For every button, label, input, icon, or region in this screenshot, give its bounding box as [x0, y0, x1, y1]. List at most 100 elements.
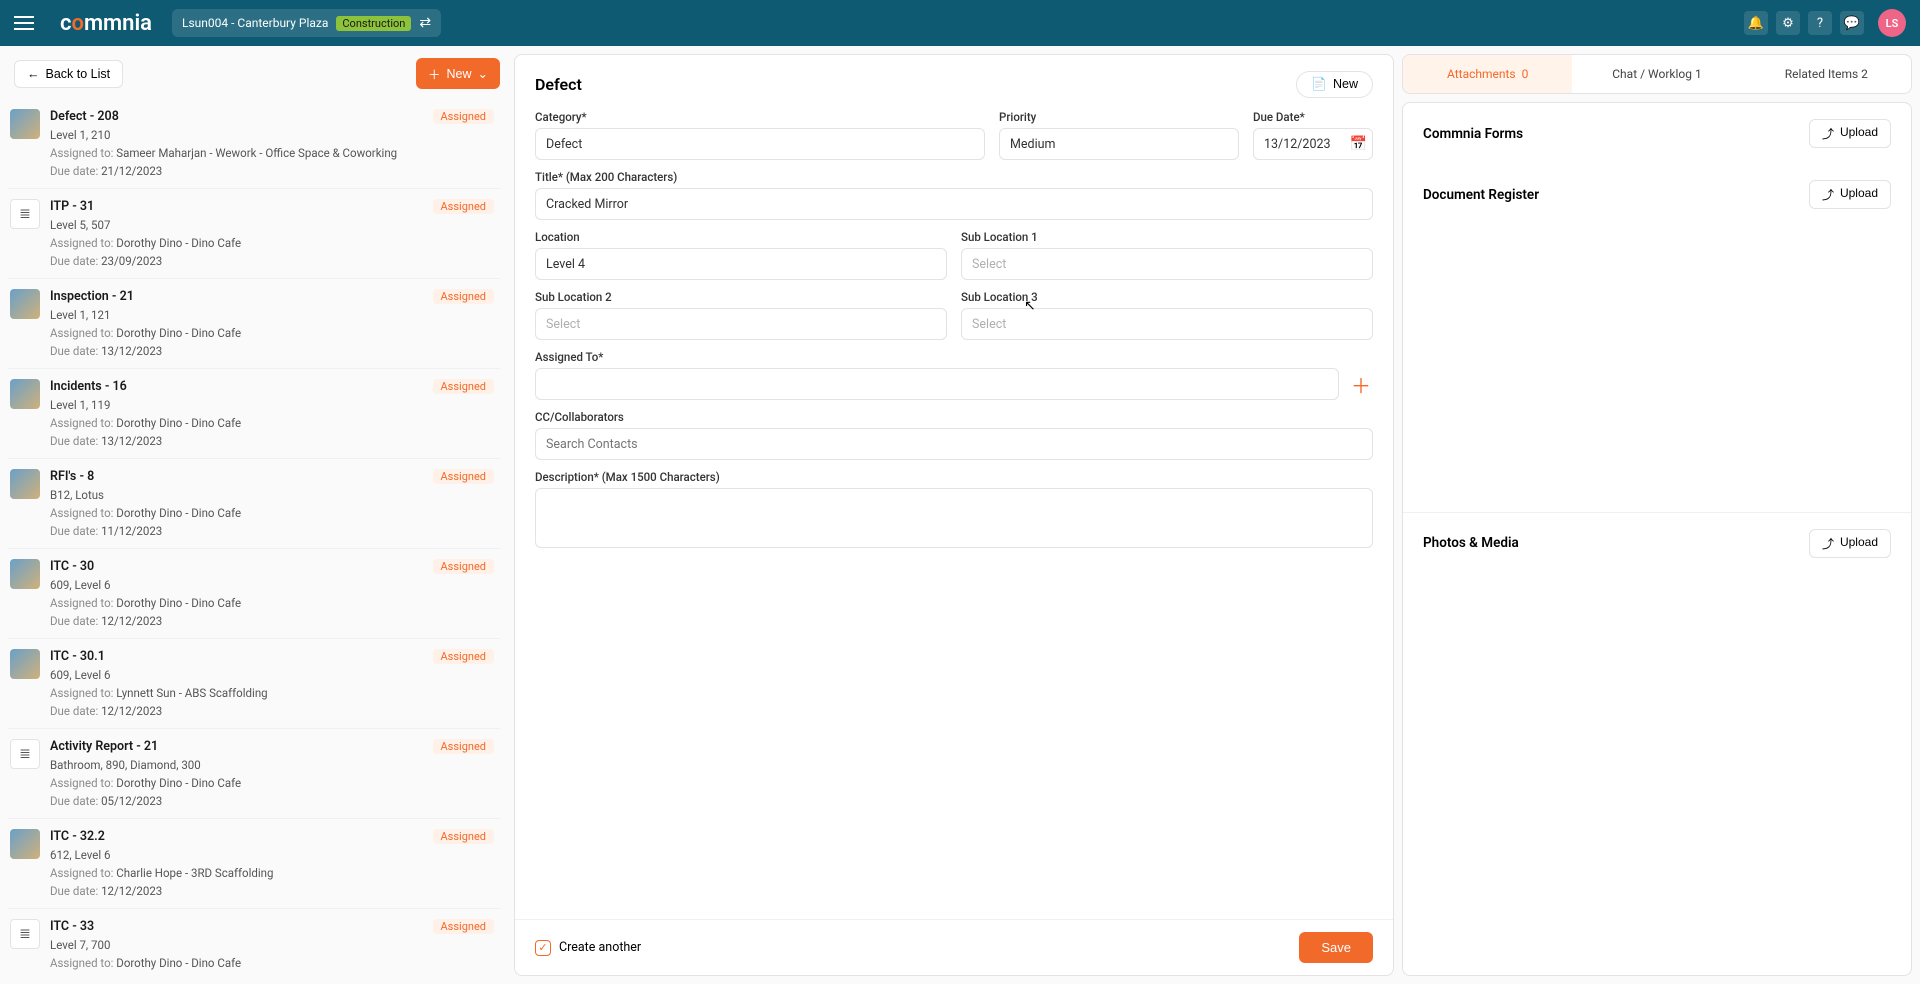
add-assignee-icon[interactable]: ＋ [1349, 370, 1373, 399]
item-due-date: Due date: 23/09/2023 [50, 254, 494, 268]
item-title: ITC - 30.1 [50, 649, 105, 664]
item-title: ITC - 30 [50, 559, 94, 574]
photo-thumbnail-icon [10, 559, 40, 589]
status-badge: Assigned [433, 469, 495, 484]
list-item[interactable]: Incidents - 16AssignedLevel 1, 119Assign… [8, 369, 500, 459]
title-input[interactable] [535, 188, 1373, 220]
item-due-date: Due date: 12/12/2023 [50, 704, 494, 718]
sublocation2-label: Sub Location 2 [535, 290, 947, 304]
user-avatar[interactable]: LS [1878, 9, 1906, 37]
category-select[interactable]: Defect [535, 128, 985, 160]
back-to-list-button[interactable]: ← Back to List [14, 60, 123, 88]
item-due-date: Due date: 13/12/2023 [50, 344, 494, 358]
location-select[interactable]: Level 4 [535, 248, 947, 280]
tab-attachments[interactable]: Attachments 0 [1403, 55, 1572, 93]
calendar-icon[interactable]: 📅 [1350, 136, 1367, 152]
media-section-heading: Photos & Media [1423, 535, 1519, 551]
save-button[interactable]: Save [1299, 932, 1373, 963]
item-assignee: Assigned to: Dorothy Dino - Dino Cafe [50, 326, 494, 340]
bell-icon[interactable]: 🔔 [1744, 11, 1768, 35]
list-item[interactable]: Inspection - 21AssignedLevel 1, 121Assig… [8, 279, 500, 369]
item-assignee: Assigned to: Dorothy Dino - Dino Cafe [50, 236, 494, 250]
sublocation1-label: Sub Location 1 [961, 230, 1373, 244]
list-item[interactable]: ITC - 30.1Assigned609, Level 6Assigned t… [8, 639, 500, 729]
new-item-button[interactable]: ＋ New ⌄ [416, 58, 500, 89]
status-badge: Assigned [433, 379, 495, 394]
status-badge: Assigned [433, 739, 495, 754]
location-label: Location [535, 230, 947, 244]
list-item[interactable]: ITC - 30Assigned609, Level 6Assigned to:… [8, 549, 500, 639]
status-badge: Assigned [433, 919, 495, 934]
list-item[interactable]: ≣Activity Report - 21AssignedBathroom, 8… [8, 729, 500, 819]
assigned-to-input[interactable] [535, 368, 1339, 400]
item-assignee: Assigned to: Lynnett Sun - ABS Scaffoldi… [50, 686, 494, 700]
plus-icon: ＋ [428, 64, 441, 83]
sublocation2-select[interactable]: Select [535, 308, 947, 340]
side-column: Attachments 0 Chat / Worklog 1 Related I… [1402, 54, 1912, 976]
assigned-to-label: Assigned To* [535, 350, 1373, 364]
list-item[interactable]: Defect - 208AssignedLevel 1, 210Assigned… [8, 99, 500, 189]
item-due-date: Due date: 11/12/2023 [50, 524, 494, 538]
item-assignee: Assigned to: Dorothy Dino - Dino Cafe [50, 506, 494, 520]
back-to-list-label: Back to List [46, 67, 111, 81]
items-list[interactable]: Defect - 208AssignedLevel 1, 210Assigned… [8, 99, 506, 976]
forms-section-heading: Commnia Forms [1423, 126, 1523, 142]
form-heading: Defect [535, 75, 582, 94]
list-item[interactable]: ≣ITP - 31AssignedLevel 5, 507Assigned to… [8, 189, 500, 279]
item-title: ITP - 31 [50, 199, 94, 214]
docs-section-heading: Document Register [1423, 187, 1539, 203]
item-location: 612, Level 6 [50, 848, 494, 862]
tab-related-items[interactable]: Related Items 2 [1742, 55, 1911, 93]
create-another-checkbox[interactable]: ✓ Create another [535, 940, 641, 956]
item-title: Activity Report - 21 [50, 739, 158, 754]
item-location: Bathroom, 890, Diamond, 300 [50, 758, 494, 772]
form-column: Defect 📄 New Category* Defect Priority M… [514, 54, 1394, 976]
photo-thumbnail-icon [10, 469, 40, 499]
cc-label: CC/Collaborators [535, 410, 1373, 424]
project-stage-tag: Construction [336, 16, 411, 31]
item-due-date: Due date: 05/12/2023 [50, 794, 494, 808]
list-item[interactable]: RFI's - 8AssignedB12, LotusAssigned to: … [8, 459, 500, 549]
item-location: Level 1, 210 [50, 128, 494, 142]
form-new-button[interactable]: 📄 New [1296, 71, 1373, 98]
project-selector[interactable]: Lsun004 - Canterbury Plaza Construction … [172, 9, 441, 37]
due-date-label: Due Date* [1253, 110, 1373, 124]
brand-logo[interactable]: commnia [60, 11, 152, 36]
item-due-date: Due date: 21/12/2023 [50, 164, 494, 178]
description-textarea[interactable] [535, 488, 1373, 548]
category-label: Category* [535, 110, 985, 124]
status-badge: Assigned [433, 829, 495, 844]
cc-input[interactable] [535, 428, 1373, 460]
sublocation1-select[interactable]: Select [961, 248, 1373, 280]
list-item[interactable]: ≣ITC - 33AssignedLevel 7, 700Assigned to… [8, 909, 500, 976]
title-label: Title* (Max 200 Characters) [535, 170, 1373, 184]
upload-forms-button[interactable]: ⤴ Upload [1809, 119, 1891, 148]
sublocation3-select[interactable]: Select [961, 308, 1373, 340]
document-icon: 📄 [1311, 77, 1327, 92]
side-tabs: Attachments 0 Chat / Worklog 1 Related I… [1402, 54, 1912, 94]
list-item[interactable]: ITC - 32.2Assigned612, Level 6Assigned t… [8, 819, 500, 909]
item-assignee: Assigned to: Charlie Hope - 3RD Scaffold… [50, 866, 494, 880]
help-icon[interactable]: ? [1808, 11, 1832, 35]
status-badge: Assigned [433, 199, 495, 214]
photo-thumbnail-icon [10, 289, 40, 319]
gear-icon[interactable]: ⚙ [1776, 11, 1800, 35]
photo-thumbnail-icon [10, 649, 40, 679]
topbar: commnia Lsun004 - Canterbury Plaza Const… [0, 0, 1920, 46]
photo-thumbnail-icon [10, 379, 40, 409]
hamburger-menu-icon[interactable] [14, 12, 34, 34]
upload-media-button[interactable]: ⤴ Upload [1809, 529, 1891, 558]
status-badge: Assigned [433, 109, 495, 124]
chat-icon[interactable]: 💬 [1840, 11, 1864, 35]
upload-docs-button[interactable]: ⤴ Upload [1809, 180, 1891, 209]
item-due-date: Due date: 12/12/2023 [50, 974, 494, 976]
upload-icon: ⤴ [1822, 186, 1834, 203]
arrow-left-icon: ← [27, 67, 40, 81]
chevron-down-icon: ⌄ [478, 66, 488, 81]
tab-chat-worklog[interactable]: Chat / Worklog 1 [1572, 55, 1741, 93]
item-title: Inspection - 21 [50, 289, 134, 304]
item-due-date: Due date: 13/12/2023 [50, 434, 494, 448]
status-badge: Assigned [433, 559, 495, 574]
photo-thumbnail-icon [10, 109, 40, 139]
priority-select[interactable]: Medium [999, 128, 1239, 160]
